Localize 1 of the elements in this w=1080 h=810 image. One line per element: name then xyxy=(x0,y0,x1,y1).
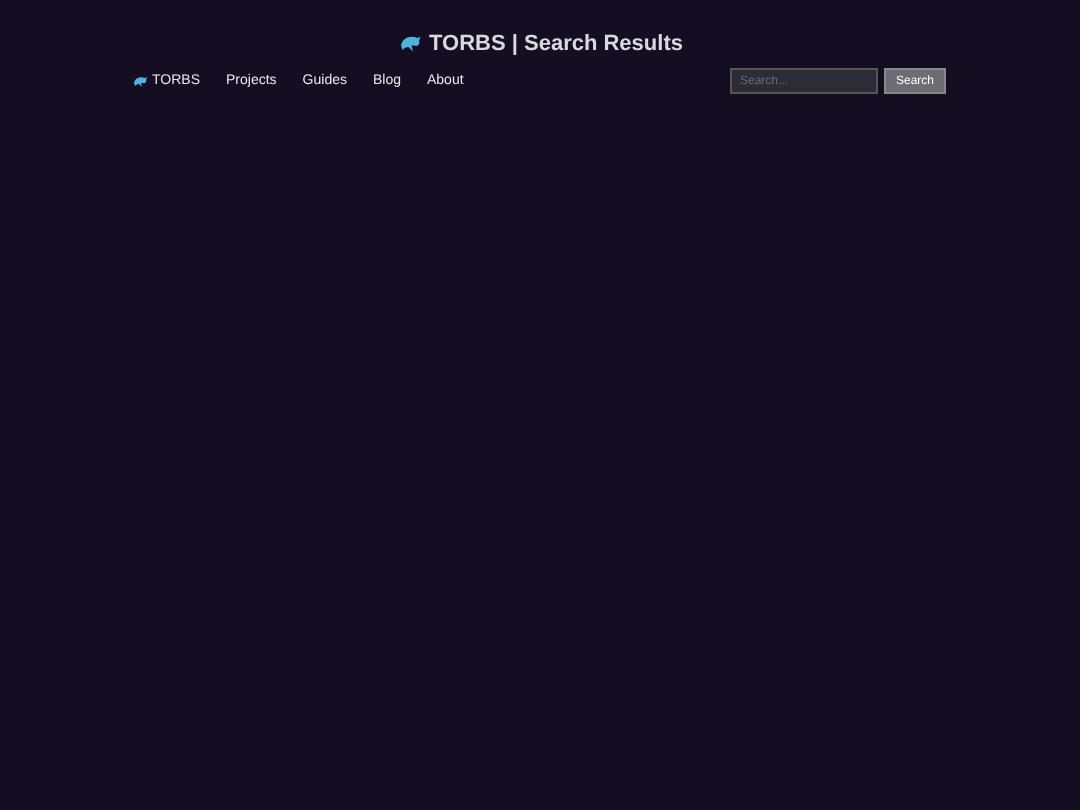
page-title: TORBS | Search Results xyxy=(429,32,683,56)
